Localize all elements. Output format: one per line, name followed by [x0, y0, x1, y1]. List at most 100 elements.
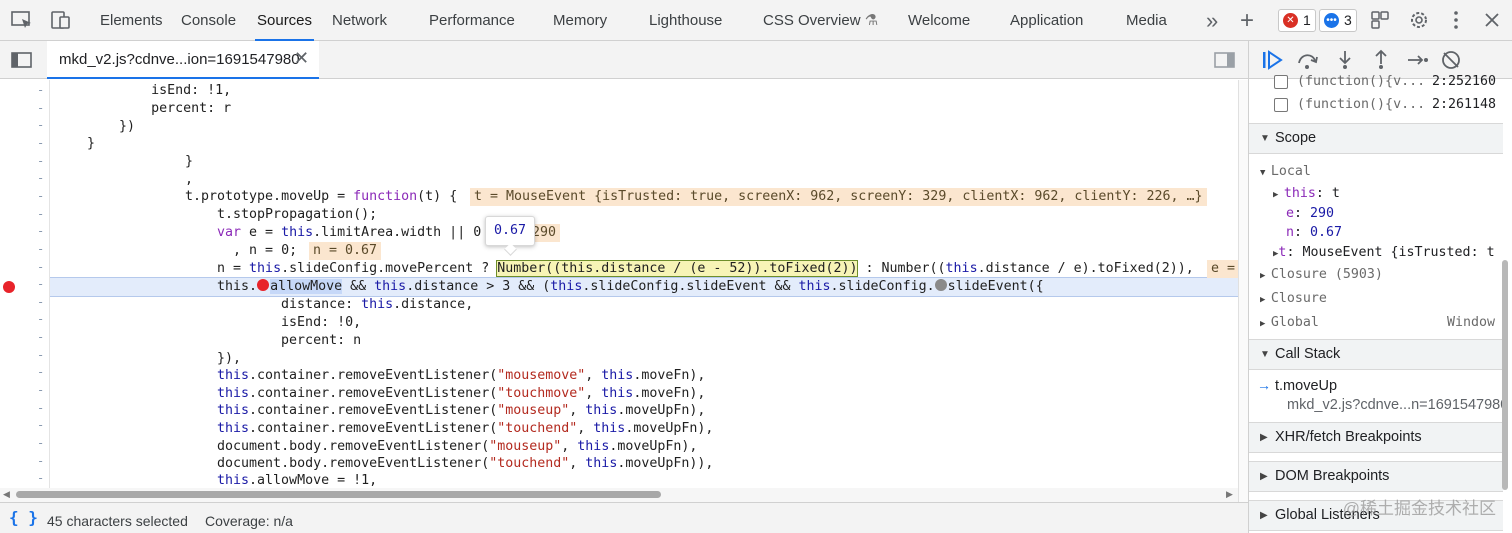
tab-lighthouse[interactable]: Lighthouse — [649, 0, 722, 41]
collapsed-triangle-icon: ▶ — [1273, 190, 1284, 200]
tab-welcome[interactable]: Welcome — [908, 0, 970, 41]
tab-console[interactable]: Console — [181, 0, 236, 41]
gutter-line-marker: - — [37, 118, 45, 133]
status-bar: { } 45 characters selected Coverage: n/a — [0, 502, 1248, 533]
gutter-line-marker: - — [37, 294, 45, 309]
gutter-line-marker: - — [37, 312, 45, 327]
global-scope-value: Window — [1447, 315, 1496, 330]
code-line: this.container.removeEventListener("touc… — [217, 386, 706, 401]
breakpoint-marker[interactable] — [3, 281, 15, 293]
coverage-status: Coverage: n/a — [205, 513, 293, 529]
gutter-line-marker: - — [37, 453, 45, 468]
xhr-breakpoints-section-header[interactable]: ▶ XHR/fetch Breakpoints — [1249, 422, 1503, 453]
local-scope-header[interactable]: ▼ Local — [1260, 163, 1311, 182]
device-toolbar-icon[interactable] — [49, 9, 73, 31]
code-line: } — [185, 154, 194, 169]
inline-breakpoint-icon[interactable] — [257, 279, 270, 291]
file-tab-label: mkd_v2.js?cdnve...ion=1691547980 — [59, 51, 300, 68]
gutter-line-marker: - — [37, 436, 45, 450]
scroll-left-icon[interactable]: ◀ — [3, 489, 10, 500]
frame-label: (function(){v... — [1297, 97, 1426, 112]
code-line: document.body.removeEventListener("mouse… — [185, 439, 698, 454]
inline-breakpoint-disabled-icon[interactable] — [934, 279, 947, 291]
error-count-badge[interactable]: ✕ 1 — [1278, 9, 1316, 32]
tab-performance[interactable]: Performance — [429, 0, 515, 41]
hover-value-tooltip: 0.67 — [485, 216, 535, 246]
code-line: document.body.removeEventListener("touch… — [185, 456, 714, 471]
editor-tab-bar: mkd_v2.js?cdnve...ion=1691547980 ✕ — [0, 41, 1248, 79]
step-icon[interactable] — [1406, 49, 1430, 71]
collapsed-triangle-icon: ▶ — [1260, 471, 1268, 482]
scrollbar-thumb[interactable] — [16, 491, 661, 498]
pretty-print-icon[interactable]: { } — [9, 508, 38, 527]
dom-breakpoints-section-header[interactable]: ▶ DOM Breakpoints — [1249, 461, 1503, 492]
code-editor[interactable]: - - - - - - - - - - - - - - - - - - - - - - - isEnd: !1, perce… — [0, 80, 1238, 488]
evaluated-expression[interactable]: Number((this.distance / (e - 52)).toFixe… — [496, 260, 859, 277]
gutter-line-marker: - — [37, 365, 45, 380]
customize-icon[interactable] — [1369, 9, 1393, 31]
resume-icon[interactable] — [1260, 49, 1284, 71]
closure-scope-5903[interactable]: ▶ Closure (5903) — [1260, 266, 1383, 285]
expanded-triangle-icon: ▼ — [1260, 133, 1270, 144]
toggle-navigator-icon[interactable] — [10, 49, 34, 71]
error-count: 1 — [1303, 12, 1311, 28]
tab-css-overview-label: CSS Overview — [763, 12, 861, 29]
sidebar-scrollbar-thumb[interactable] — [1502, 260, 1508, 490]
inspect-element-icon[interactable] — [10, 9, 34, 31]
horizontal-scrollbar[interactable]: ◀ ▶ — [0, 488, 1238, 502]
tab-css-overview[interactable]: CSS Overview ⚗ — [763, 0, 878, 41]
collapsed-triangle-icon: ▶ — [1260, 319, 1271, 329]
scroll-right-icon[interactable]: ▶ — [1226, 489, 1233, 500]
close-devtools-icon[interactable] — [1480, 9, 1504, 31]
tab-elements[interactable]: Elements — [100, 0, 163, 41]
line-gutter[interactable]: - - - - - - - - - - - - - - - - - - - - - - - — [0, 80, 50, 488]
gutter-line-marker: - — [37, 347, 45, 362]
gutter-line-marker: - — [37, 153, 45, 168]
code-line: isEnd: !1, — [55, 83, 232, 98]
gutter-line-marker: - — [37, 100, 45, 115]
scope-var-this[interactable]: ▶ this: t — [1273, 185, 1340, 204]
step-over-icon[interactable] — [1296, 49, 1320, 71]
global-scope[interactable]: ▶ Global — [1260, 314, 1319, 333]
step-into-icon[interactable] — [1333, 49, 1357, 71]
call-stack-location[interactable]: mkd_v2.js?cdnve...n=1691547980 — [1287, 397, 1508, 413]
code-line: this.container.removeEventListener("touc… — [217, 421, 714, 436]
close-icon[interactable]: ✕ — [294, 48, 309, 69]
more-tabs-icon[interactable]: » — [1206, 0, 1218, 41]
code-line: } — [55, 136, 96, 151]
code-line: t.prototype.moveUp = function(t) { — [185, 189, 458, 204]
frame-checkbox[interactable] — [1274, 98, 1288, 112]
code-line: }) — [55, 119, 136, 134]
closure-scope[interactable]: ▶ Closure — [1260, 290, 1327, 309]
gutter-line-marker: - — [37, 277, 45, 292]
tab-sources[interactable]: Sources — [254, 0, 315, 41]
add-tab-icon[interactable]: + — [1240, 0, 1254, 41]
tab-memory[interactable]: Memory — [553, 0, 607, 41]
more-options-icon[interactable] — [1444, 9, 1468, 31]
code-line: this.container.removeEventListener("mous… — [217, 403, 706, 418]
step-out-icon[interactable] — [1369, 49, 1393, 71]
code-line: percent: r — [55, 101, 232, 116]
message-count-badge[interactable]: ••• 3 — [1319, 9, 1357, 32]
flask-icon: ⚗ — [864, 12, 879, 29]
call-stack-function[interactable]: t.moveUp — [1275, 378, 1337, 394]
deactivate-breakpoints-icon[interactable] — [1439, 49, 1463, 71]
scope-var-t[interactable]: ▶t: MouseEvent {isTrusted: t — [1273, 244, 1495, 263]
collapsed-triangle-icon: ▶ — [1260, 271, 1271, 281]
scope-section-header[interactable]: ▼ Scope — [1249, 123, 1503, 154]
code-line: this.allowMove = !1, — [217, 473, 378, 488]
panel-splitter[interactable] — [1238, 80, 1248, 502]
code-line: , n = 0; — [185, 243, 298, 258]
message-icon: ••• — [1324, 13, 1339, 28]
call-stack-section-header[interactable]: ▼ Call Stack — [1249, 339, 1503, 370]
file-tab-mkd-v2[interactable]: mkd_v2.js?cdnve...ion=1691547980 ✕ — [47, 41, 319, 79]
scope-var-e: e: 290 — [1286, 206, 1335, 221]
gutter-line-marker: - — [37, 241, 45, 256]
tab-application[interactable]: Application — [1010, 0, 1083, 41]
settings-gear-icon[interactable] — [1407, 9, 1431, 31]
frame-checkbox[interactable] — [1274, 75, 1288, 89]
tab-network[interactable]: Network — [332, 0, 387, 41]
toggle-debugger-icon[interactable] — [1213, 49, 1237, 71]
code-line: }), — [185, 351, 242, 366]
tab-media[interactable]: Media — [1126, 0, 1167, 41]
